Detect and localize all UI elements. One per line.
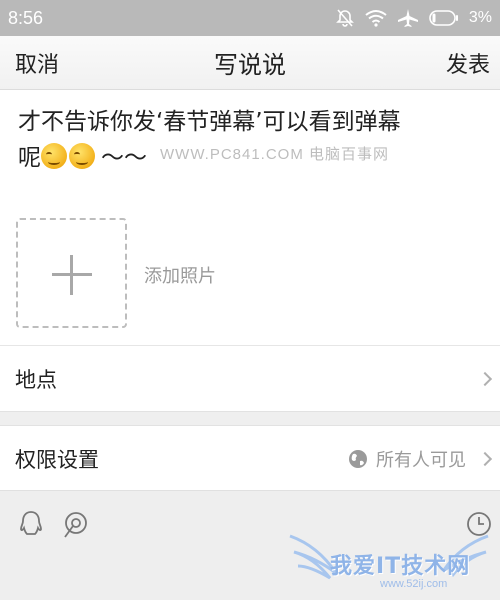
section-gap — [0, 411, 500, 426]
add-photo-button[interactable] — [16, 218, 127, 328]
site-logo: 我爱IT技术网 www.52ij.com — [288, 528, 493, 598]
add-photo-label: 添加照片 — [144, 266, 216, 287]
battery-level: 3% — [468, 9, 492, 26]
permission-value: 所有人可见 — [348, 446, 466, 472]
qq-icon[interactable] — [16, 509, 46, 539]
logo-url: www.52ij.com — [380, 578, 448, 590]
mention-icon[interactable] — [62, 511, 88, 539]
publish-button[interactable]: 发表 — [446, 47, 490, 79]
post-text-input[interactable]: 才不告诉你发‘春节弹幕’可以看到弹幕 呢 ～～ — [18, 104, 478, 176]
plus-icon-vertical — [70, 255, 73, 295]
smirk-emoji-icon — [69, 143, 95, 169]
status-time: 8:56 — [8, 7, 44, 28]
chevron-right-icon — [477, 371, 493, 386]
permission-label: 权限设置 — [15, 447, 99, 472]
post-text-line-1: 才不告诉你发‘春节弹幕’可以看到弹幕 — [18, 109, 401, 135]
post-text-prefix: 呢 — [18, 145, 41, 171]
alarm-off-icon — [335, 9, 354, 27]
cancel-button[interactable]: 取消 — [15, 47, 59, 79]
smirk-emoji-icon — [41, 143, 67, 169]
post-text-suffix: ～～ — [101, 145, 147, 171]
status-icons: 3% — [335, 8, 492, 28]
globe-icon — [349, 449, 367, 468]
logo-text: 我爱IT技术网 — [330, 554, 471, 579]
battery-icon — [429, 10, 458, 26]
location-label: 地点 — [15, 367, 57, 392]
status-bar: 8:56 3% — [0, 0, 500, 36]
location-row[interactable]: 地点 — [0, 346, 500, 411]
header-bar: 取消 写说说 发表 — [0, 36, 500, 90]
permission-row[interactable]: 权限设置 所有人可见 — [0, 427, 500, 490]
page-title: 写说说 — [214, 51, 286, 79]
wifi-icon — [365, 10, 387, 27]
chevron-right-icon — [477, 451, 493, 466]
permission-value-text: 所有人可见 — [376, 449, 466, 471]
airplane-icon — [397, 9, 418, 27]
site-watermark: WWW.PC841.COM 电脑百事网 — [160, 146, 390, 163]
